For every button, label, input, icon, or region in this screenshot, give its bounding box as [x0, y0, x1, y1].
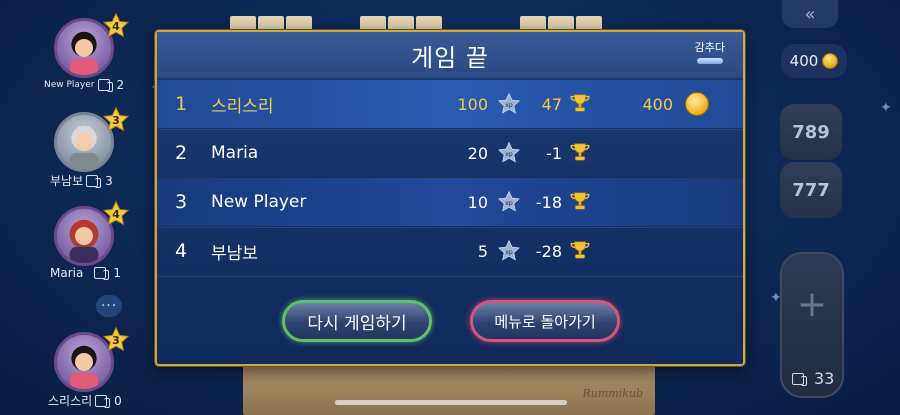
hide-toggle[interactable]: 감추다: [695, 39, 725, 64]
player-name: 부남보: [211, 243, 258, 264]
player-name: New Player: [211, 192, 307, 212]
sort-label: 789: [792, 121, 830, 143]
player-info: 스리스리 0: [44, 392, 134, 409]
rummikub-logo: Rummikub: [582, 387, 643, 400]
coin-icon: [822, 53, 839, 69]
svg-text:xp: xp: [505, 102, 513, 109]
chat-button[interactable]: ···: [96, 295, 122, 317]
sort-789-button[interactable]: 789: [780, 104, 842, 160]
dialog-title: 게임 끝: [411, 43, 489, 72]
card-count: 1: [113, 266, 121, 280]
level-number: 4: [112, 207, 120, 221]
pool-count: 33: [792, 369, 834, 388]
trophy-value: 47: [541, 94, 562, 114]
sparkle-icon: ✦: [880, 100, 892, 116]
trophy-value: -28: [535, 241, 562, 261]
coin-icon: [685, 92, 709, 116]
dialog-footer: 다시 게임하기 메뉴로 돌아가기: [157, 270, 743, 364]
cards-icon: [792, 372, 807, 386]
player-slot[interactable]: 3 부남보 3: [44, 106, 134, 202]
player-name: New Player: [44, 80, 95, 90]
player-name: Maria: [211, 143, 259, 163]
xp-star-icon: xp: [498, 190, 520, 212]
xp-star-icon: xp: [498, 141, 520, 163]
table-row: 1 스리스리 100 xp 47 400: [157, 80, 743, 130]
collapse-button[interactable]: «: [782, 0, 838, 28]
rank: 4: [175, 240, 188, 262]
player-name: 스리스리: [48, 394, 93, 408]
coin-balance: 400: [781, 44, 847, 78]
table-row: 3 New Player 10 xp -18: [157, 178, 743, 228]
rank: 3: [175, 191, 188, 213]
level-number: 3: [112, 113, 120, 127]
trophy-value: -1: [546, 143, 562, 163]
level-star-icon: 4: [102, 12, 130, 40]
chevrons-left-icon: «: [804, 3, 816, 25]
sort-777-button[interactable]: 777: [780, 162, 842, 218]
dialog-header: 게임 끝 감추다: [157, 32, 743, 78]
game-over-dialog: 게임 끝 감추다 1 스리스리 100 xp 47 400 2 Maria 20…: [155, 30, 745, 366]
player-rack: Rummikub: [243, 365, 655, 415]
xp-star-icon: xp: [498, 239, 520, 261]
svg-text:xp: xp: [505, 200, 513, 207]
trophy-icon: [570, 143, 590, 161]
level-number: 4: [112, 19, 120, 33]
xp-value: 100: [457, 94, 488, 114]
player-info: 부남보 3: [44, 172, 134, 189]
home-indicator[interactable]: [335, 400, 567, 405]
draw-tile-button[interactable]: + 33: [780, 252, 844, 398]
level-star-icon: 3: [102, 326, 130, 354]
svg-text:xp: xp: [505, 249, 513, 256]
coin-value: 400: [642, 94, 673, 114]
player-slot[interactable]: 3 스리스리 0: [44, 326, 134, 415]
rank: 1: [175, 93, 188, 115]
xp-value: 5: [477, 241, 488, 261]
results-table: 1 스리스리 100 xp 47 400 2 Maria 20 xp -1 3 …: [157, 80, 743, 277]
back-to-menu-button[interactable]: 메뉴로 돌아가기: [470, 300, 620, 342]
xp-value: 20: [467, 143, 488, 163]
coin-amount: 400: [789, 52, 819, 70]
player-slot[interactable]: 4 New Player 2: [44, 12, 134, 108]
player-info: Maria 1: [44, 266, 134, 280]
cards-icon: [94, 267, 110, 280]
table-row: 2 Maria 20 xp -1: [157, 129, 743, 179]
cards-icon: [86, 174, 102, 188]
rank: 2: [175, 142, 188, 164]
xp-value: 10: [467, 192, 488, 212]
trophy-icon: [570, 192, 590, 210]
table-row: 4 부남보 5 xp -28: [157, 227, 743, 277]
card-count: 3: [105, 173, 113, 188]
sort-label: 777: [792, 179, 830, 201]
pool-count-value: 33: [814, 369, 835, 388]
player-name: 부남보: [50, 174, 84, 188]
chat-icon: ···: [100, 298, 118, 314]
plus-icon: +: [796, 284, 828, 325]
svg-text:xp: xp: [505, 151, 513, 158]
cards-icon: [95, 394, 111, 408]
trophy-icon: [570, 241, 590, 259]
player-name: 스리스리: [211, 96, 274, 117]
level-star-icon: 4: [102, 200, 130, 228]
card-count: 0: [114, 393, 122, 408]
player-info: New Player 2: [44, 78, 134, 92]
cards-icon: [97, 79, 113, 92]
player-name: Maria: [50, 266, 84, 280]
play-again-button[interactable]: 다시 게임하기: [282, 300, 432, 342]
hide-label: 감추다: [694, 41, 725, 54]
trophy-icon: [570, 94, 590, 112]
toggle-switch[interactable]: [696, 58, 723, 64]
level-star-icon: 3: [102, 106, 130, 134]
xp-star-icon: xp: [498, 92, 520, 114]
player-slot[interactable]: 4 Maria 1: [44, 200, 134, 296]
card-count: 2: [116, 78, 125, 92]
trophy-value: -18: [535, 192, 562, 212]
level-number: 3: [112, 333, 120, 347]
